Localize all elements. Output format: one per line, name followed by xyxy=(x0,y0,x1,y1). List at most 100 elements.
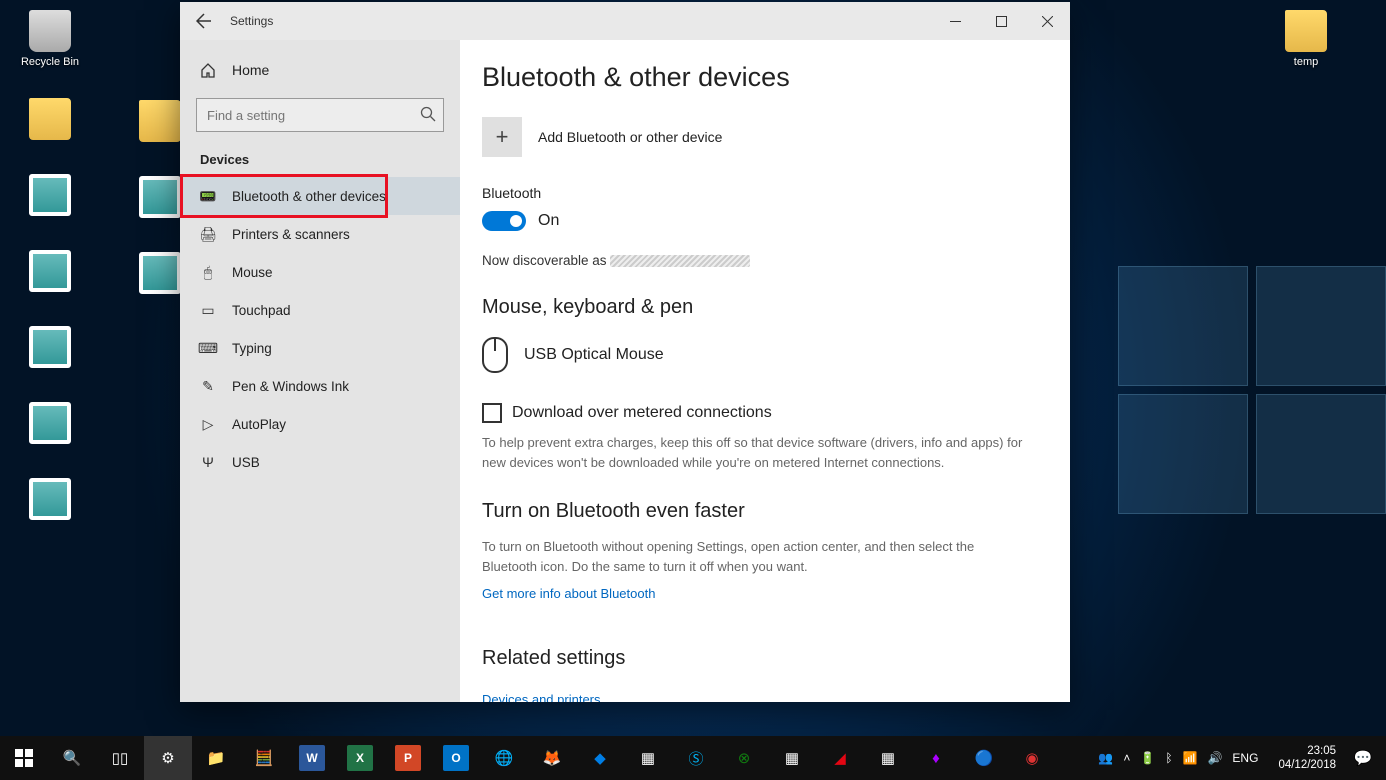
desktop-icon-recycle-bin[interactable]: Recycle Bin xyxy=(10,10,90,68)
devices-printers-link[interactable]: Devices and printers xyxy=(482,692,601,702)
faster-help-text: To turn on Bluetooth without opening Set… xyxy=(482,537,1030,576)
home-icon xyxy=(200,62,216,78)
bluetooth-toggle[interactable] xyxy=(482,211,526,231)
pinned-app[interactable]: ◉ xyxy=(1008,736,1056,780)
maximize-button[interactable] xyxy=(978,2,1024,40)
titlebar[interactable]: Settings xyxy=(180,2,1070,40)
minimize-button[interactable] xyxy=(932,2,978,40)
excel-app[interactable]: X xyxy=(336,736,384,780)
close-button[interactable] xyxy=(1024,2,1070,40)
section-related: Related settings xyxy=(482,647,1030,670)
redacted-device-name xyxy=(610,255,750,267)
sidebar-item-label: Printers & scanners xyxy=(232,227,350,242)
desktop-icon[interactable] xyxy=(10,250,90,296)
battery-icon[interactable]: 🔋 xyxy=(1140,751,1155,765)
calculator-icon: 🧮 xyxy=(252,746,276,770)
sidebar-item-usb[interactable]: Ψ USB xyxy=(180,443,460,481)
skype-app[interactable]: Ⓢ xyxy=(672,736,720,780)
pen-icon: ✎ xyxy=(200,378,216,394)
language-indicator[interactable]: ENG xyxy=(1232,751,1258,765)
desktop-icon[interactable] xyxy=(10,478,90,524)
window-title: Settings xyxy=(230,14,273,28)
image-icon xyxy=(29,402,71,444)
file-explorer[interactable]: 📁 xyxy=(192,736,240,780)
image-icon xyxy=(29,478,71,520)
page-title: Bluetooth & other devices xyxy=(482,62,1030,93)
home-label: Home xyxy=(232,62,269,78)
settings-app[interactable]: ⚙ xyxy=(144,736,192,780)
back-button[interactable] xyxy=(192,9,216,33)
people-icon[interactable]: 👥 xyxy=(1098,751,1113,765)
minimize-icon xyxy=(950,16,961,27)
home-nav[interactable]: Home xyxy=(180,52,460,88)
settings-content: Bluetooth & other devices + Add Bluetoot… xyxy=(460,40,1070,702)
desktop-icon-temp[interactable]: temp xyxy=(1266,10,1346,68)
desktop-icon[interactable] xyxy=(10,326,90,372)
sidebar-item-typing[interactable]: ⌨ Typing xyxy=(180,329,460,367)
date: 04/12/2018 xyxy=(1278,758,1336,772)
tray-chevron-up-icon[interactable]: ˄ xyxy=(1123,751,1130,765)
xbox-icon: ⊗ xyxy=(732,746,756,770)
outlook-app[interactable]: O xyxy=(432,736,480,780)
device-name: USB Optical Mouse xyxy=(524,346,664,364)
device-item-mouse[interactable]: USB Optical Mouse xyxy=(482,333,1030,403)
sidebar-item-touchpad[interactable]: ▭ Touchpad xyxy=(180,291,460,329)
bluetooth-devices-icon: 📟 xyxy=(200,188,216,204)
desktop-icon[interactable] xyxy=(10,98,90,144)
sidebar-item-pen[interactable]: ✎ Pen & Windows Ink xyxy=(180,367,460,405)
recycle-bin-icon xyxy=(29,10,71,52)
avira-app[interactable]: ◢ xyxy=(816,736,864,780)
image-icon xyxy=(139,252,181,294)
action-center-button[interactable]: 💬 xyxy=(1346,736,1380,780)
taskbar[interactable]: 🔍 ▯▯ ⚙ 📁 🧮 W X P O 🌐 🦊 ◆ ▦ Ⓢ ⊗ ▦ ◢ ▦ ♦ 🔵… xyxy=(0,736,1386,780)
desktop-icon[interactable] xyxy=(10,402,90,448)
pinned-app[interactable]: ♦ xyxy=(912,736,960,780)
pinned-app[interactable]: ▦ xyxy=(768,736,816,780)
sidebar-item-autoplay[interactable]: ▷ AutoPlay xyxy=(180,405,460,443)
chrome-app[interactable]: 🌐 xyxy=(480,736,528,780)
word-app[interactable]: W xyxy=(288,736,336,780)
clock[interactable]: 23:05 04/12/2018 xyxy=(1268,744,1346,773)
wifi-icon[interactable]: 📶 xyxy=(1183,751,1198,765)
task-view-button[interactable]: ▯▯ xyxy=(96,736,144,780)
calculator-app[interactable]: 🧮 xyxy=(240,736,288,780)
desktop-icon[interactable] xyxy=(10,174,90,220)
pinned-app[interactable]: ▦ xyxy=(624,736,672,780)
search-button[interactable]: 🔍 xyxy=(48,736,96,780)
volume-icon[interactable]: 🔊 xyxy=(1207,751,1222,765)
sidebar-item-bluetooth[interactable]: 📟 Bluetooth & other devices xyxy=(180,177,460,215)
bluetooth-tray-icon[interactable]: ᛒ xyxy=(1165,751,1172,765)
sidebar-item-mouse[interactable]: 🖱 Mouse xyxy=(180,253,460,291)
close-icon xyxy=(1042,16,1053,27)
sidebar-section-header: Devices xyxy=(180,148,460,177)
search-input[interactable] xyxy=(196,98,444,132)
keyboard-icon: ⌨ xyxy=(200,340,216,356)
image-icon xyxy=(29,326,71,368)
image-icon xyxy=(29,250,71,292)
pinned-app[interactable]: 🔵 xyxy=(960,736,1008,780)
notification-icon: 💬 xyxy=(1351,746,1375,770)
add-device-button[interactable]: + Add Bluetooth or other device xyxy=(482,117,1030,157)
metered-checkbox[interactable] xyxy=(482,403,502,423)
avira-icon: ◢ xyxy=(828,746,852,770)
firefox-app[interactable]: 🦊 xyxy=(528,736,576,780)
maximize-icon xyxy=(996,16,1007,27)
metered-help-text: To help prevent extra charges, keep this… xyxy=(482,433,1030,472)
pinned-app[interactable]: ▦ xyxy=(864,736,912,780)
xbox-app[interactable]: ⊗ xyxy=(720,736,768,780)
search-icon: 🔍 xyxy=(60,746,84,770)
desktop-icons-column-1: Recycle Bin xyxy=(10,10,90,524)
dropbox-app[interactable]: ◆ xyxy=(576,736,624,780)
touchpad-icon: ▭ xyxy=(200,302,216,318)
image-icon xyxy=(29,174,71,216)
system-tray[interactable]: 👥 ˄ 🔋 ᛒ 📶 🔊 ENG xyxy=(1088,751,1268,765)
folder-icon: 📁 xyxy=(204,746,228,770)
sidebar-item-label: Touchpad xyxy=(232,303,291,318)
sidebar-item-label: Pen & Windows Ink xyxy=(232,379,349,394)
bluetooth-info-link[interactable]: Get more info about Bluetooth xyxy=(482,586,655,601)
powerpoint-app[interactable]: P xyxy=(384,736,432,780)
start-button[interactable] xyxy=(0,736,48,780)
excel-icon: X xyxy=(347,745,373,771)
sidebar-item-printers[interactable]: 🖨 Printers & scanners xyxy=(180,215,460,253)
search-box xyxy=(196,98,444,132)
